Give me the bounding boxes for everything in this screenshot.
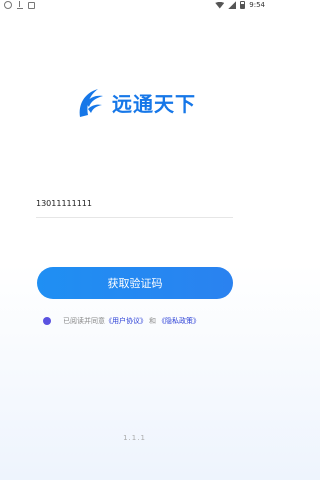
battery-icon [240,1,246,9]
phone-input[interactable] [36,190,233,216]
privacy-policy-link[interactable]: 《隐私政策》 [158,315,200,327]
brand-header: 远通天下 [76,86,196,122]
agree-checkbox[interactable] [43,317,51,325]
download-icon [17,1,23,9]
app-notification-icon [28,1,35,9]
app-logo-icon [79,89,103,117]
agreement-and-text: 和 [149,317,156,325]
app-version: 1.1.1 [123,434,146,442]
signal-icon [228,1,237,9]
status-bar: 9:54 [0,0,269,12]
status-time: 9:54 [249,1,265,9]
wifi-icon [215,1,225,9]
agreement-prefix: 已阅读并同意 [63,317,105,325]
get-verification-code-button[interactable]: 获取验证码 [37,267,233,299]
loading-icon [4,1,12,9]
app-name: 远通天下 [112,92,196,116]
agreement-row: 已阅读并同意 《用户协议》 和 《隐私政策》 [43,315,200,327]
phone-field[interactable] [36,190,233,218]
user-agreement-link[interactable]: 《用户协议》 [105,315,147,327]
status-right-icons: 9:54 [215,0,265,10]
status-left-icons [4,1,35,9]
